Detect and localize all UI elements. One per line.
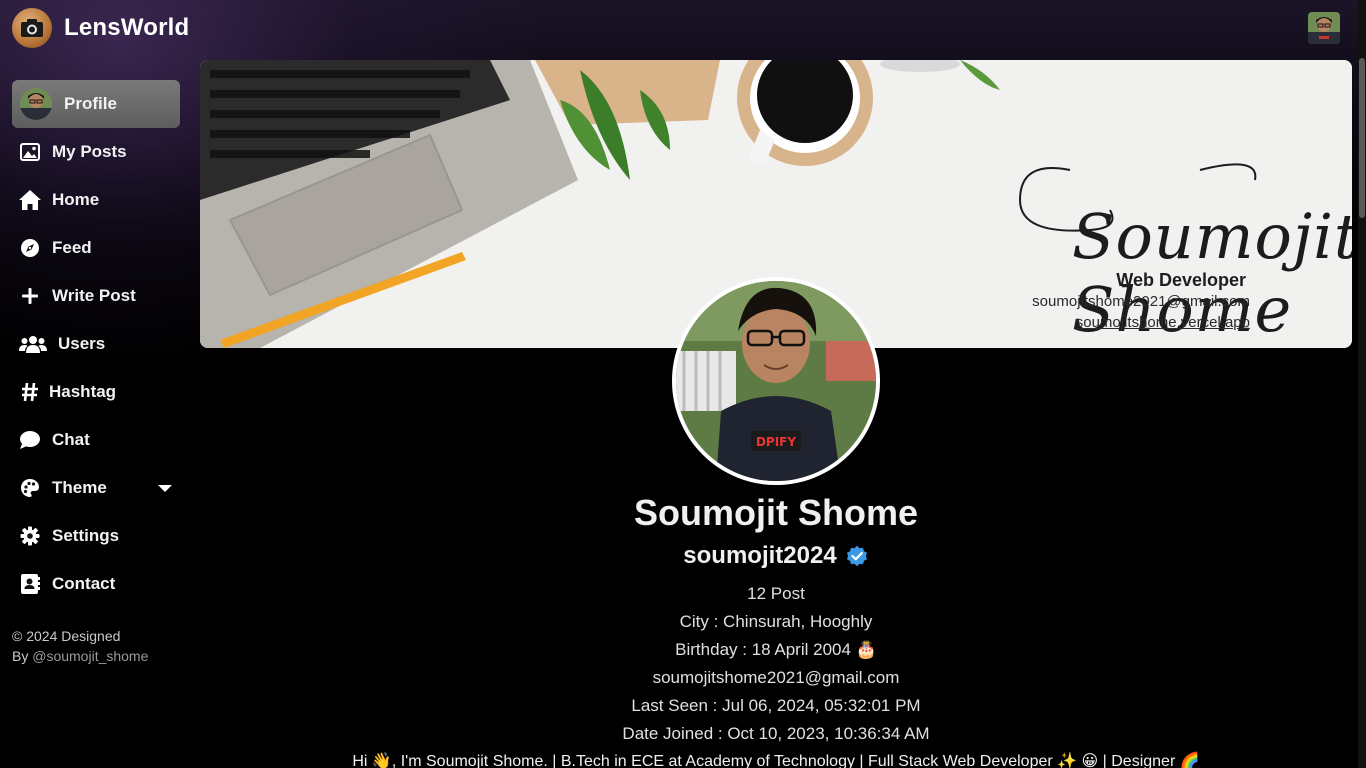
profile-bio: Hi 👋, I'm Soumojit Shome. | B.Tech in EC…: [352, 753, 1200, 768]
sidebar-item-home[interactable]: Home: [0, 176, 192, 224]
profile-date-joined: Date Joined : Oct 10, 2023, 10:36:34 AM: [622, 724, 930, 743]
page-scrollbar[interactable]: [1358, 0, 1366, 768]
sidebar-item-users[interactable]: Users: [0, 320, 192, 368]
avatar[interactable]: [1308, 12, 1340, 44]
banner-role: Web Developer: [1116, 270, 1246, 290]
post-count[interactable]: 12 Post: [186, 582, 1366, 610]
app-title[interactable]: LensWorld: [64, 14, 189, 42]
profile-city: City : Chinsurah, Hooghly: [679, 612, 873, 631]
sidebar-item-chat[interactable]: Chat: [0, 416, 192, 464]
top-bar: LensWorld: [0, 0, 1366, 56]
chat-icon: [18, 428, 42, 452]
username-row: soumojit2024: [0, 542, 1366, 570]
svg-text:DPIFY: DPIFY: [756, 435, 796, 449]
sidebar-item-write-post[interactable]: Write Post: [0, 272, 192, 320]
profile-avatar[interactable]: DPIFY: [672, 277, 880, 485]
sidebar-item-label: Home: [52, 190, 100, 209]
scrollbar-thumb[interactable]: [1359, 58, 1365, 218]
profile-email: soumojitshome2021@gmail.com: [652, 668, 900, 687]
verified-badge-icon: [845, 544, 869, 568]
sidebar-item-label: Hashtag: [49, 382, 117, 401]
users-icon: [18, 332, 48, 356]
sidebar-item-label: My Posts: [52, 142, 127, 161]
image-icon: [18, 140, 42, 164]
sidebar-item-label: Chat: [52, 430, 90, 449]
banner-email: soumojitshome2021@gmail.com: [1032, 293, 1250, 310]
chevron-down-icon[interactable]: [158, 485, 172, 492]
compass-icon: [18, 236, 42, 260]
hashtag-icon: [18, 380, 42, 404]
profile-last-seen: Last Seen : Jul 06, 2024, 05:32:01 PM: [631, 696, 921, 715]
sidebar-item-label: Profile: [64, 94, 117, 113]
sidebar-item-hashtag[interactable]: Hashtag: [0, 368, 192, 416]
profile-name: Soumojit Shome: [633, 492, 918, 533]
profile-birthday: Birthday : 18 April 2004 🎂: [675, 640, 877, 659]
home-icon: [18, 188, 42, 212]
sidebar-item-feed[interactable]: Feed: [0, 224, 192, 272]
camera-icon[interactable]: [12, 8, 52, 48]
sidebar-item-my-posts[interactable]: My Posts: [0, 128, 192, 176]
avatar: [20, 88, 52, 120]
sidebar-item-label: Feed: [52, 238, 92, 257]
sidebar-item-profile[interactable]: Profile: [12, 80, 180, 128]
profile-username: soumojit2024: [683, 542, 837, 569]
plus-icon: [18, 284, 42, 308]
sidebar-item-label: Write Post: [52, 286, 136, 305]
profile-info: 12 Post City : Chinsurah, Hooghly Birthd…: [0, 582, 1366, 750]
sidebar-item-label: Users: [58, 334, 106, 353]
banner-website-link[interactable]: soumojitshome.vercel.app: [1076, 314, 1250, 331]
